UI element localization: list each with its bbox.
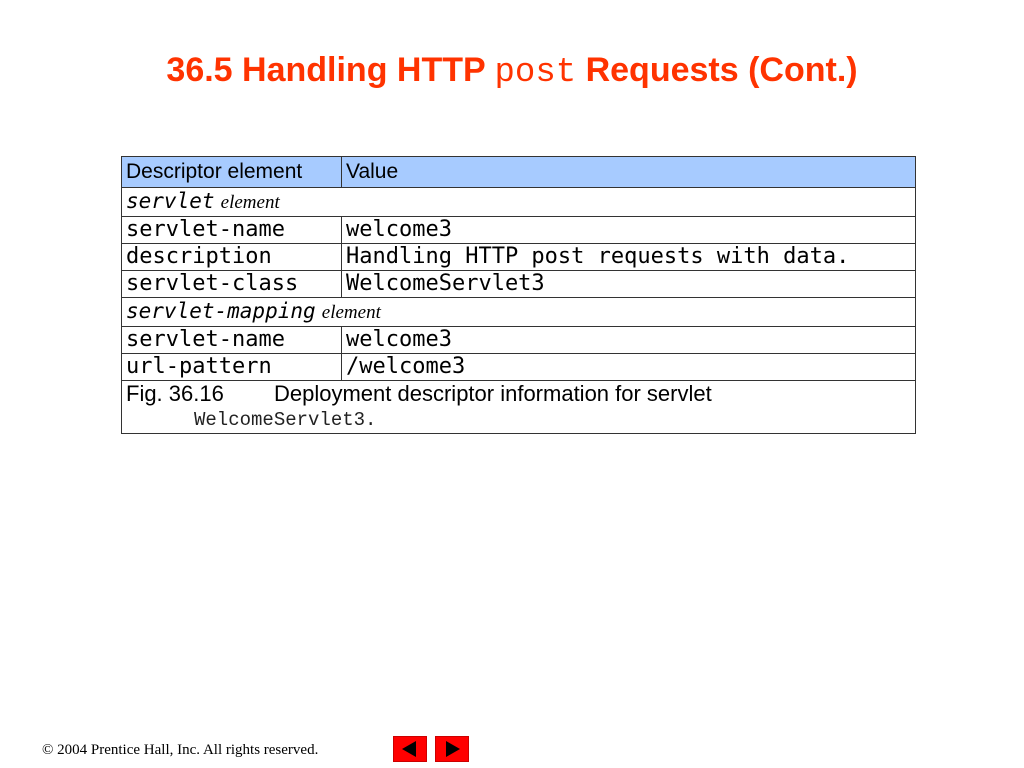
title-code: post (494, 54, 577, 92)
row-value: Handling HTTP post requests with data. (341, 243, 916, 271)
row-key: servlet-name (121, 326, 342, 354)
caption-code: WelcomeServlet3 (194, 409, 366, 431)
slide-title: 36.5 Handling HTTP post Requests (Cont.) (0, 48, 1024, 95)
caption-end: . (365, 409, 377, 431)
row-key: servlet-name (121, 216, 342, 244)
section-suffix: element (321, 302, 381, 323)
left-triangle-icon (402, 741, 416, 757)
row-value: /welcome3 (341, 353, 916, 381)
row-value: welcome3 (341, 326, 916, 354)
copyright-footer: © 2004 Prentice Hall, Inc. All rights re… (42, 742, 319, 758)
title-prefix: 36.5 Handling HTTP (166, 51, 495, 89)
header-value: Value (341, 156, 916, 188)
caption-text: Deployment descriptor information for se… (274, 381, 712, 406)
table-row: description Handling HTTP post requests … (121, 243, 916, 271)
next-slide-button[interactable] (435, 736, 469, 762)
table-row: url-pattern /welcome3 (121, 353, 916, 381)
caption-row: Fig. 36.16 Deployment descriptor informat… (121, 380, 916, 434)
section-row-servlet: servlet element (121, 187, 916, 217)
section-name: servlet (126, 189, 215, 213)
right-triangle-icon (446, 741, 460, 757)
row-key: description (121, 243, 342, 271)
header-descriptor-element: Descriptor element (121, 156, 342, 188)
caption-figure-number: Fig. 36.16 (126, 381, 224, 406)
section-suffix: element (220, 192, 280, 213)
descriptor-table: Descriptor element Value servlet element… (121, 156, 916, 434)
figure-caption: Fig. 36.16 Deployment descriptor informat… (121, 380, 916, 434)
row-value: WelcomeServlet3 (341, 270, 916, 298)
row-key: url-pattern (121, 353, 342, 381)
table-row: servlet-class WelcomeServlet3 (121, 270, 916, 298)
title-suffix: Requests (Cont.) (576, 51, 858, 89)
row-value: welcome3 (341, 216, 916, 244)
table-header-row: Descriptor element Value (121, 156, 916, 188)
previous-slide-button[interactable] (393, 736, 427, 762)
caption-code-line: WelcomeServlet3. (126, 407, 911, 433)
table-row: servlet-name welcome3 (121, 326, 916, 354)
table-row: servlet-name welcome3 (121, 216, 916, 244)
section-row-servlet-mapping: servlet-mapping element (121, 297, 916, 327)
row-key: servlet-class (121, 270, 342, 298)
section-name: servlet-mapping (126, 299, 316, 323)
